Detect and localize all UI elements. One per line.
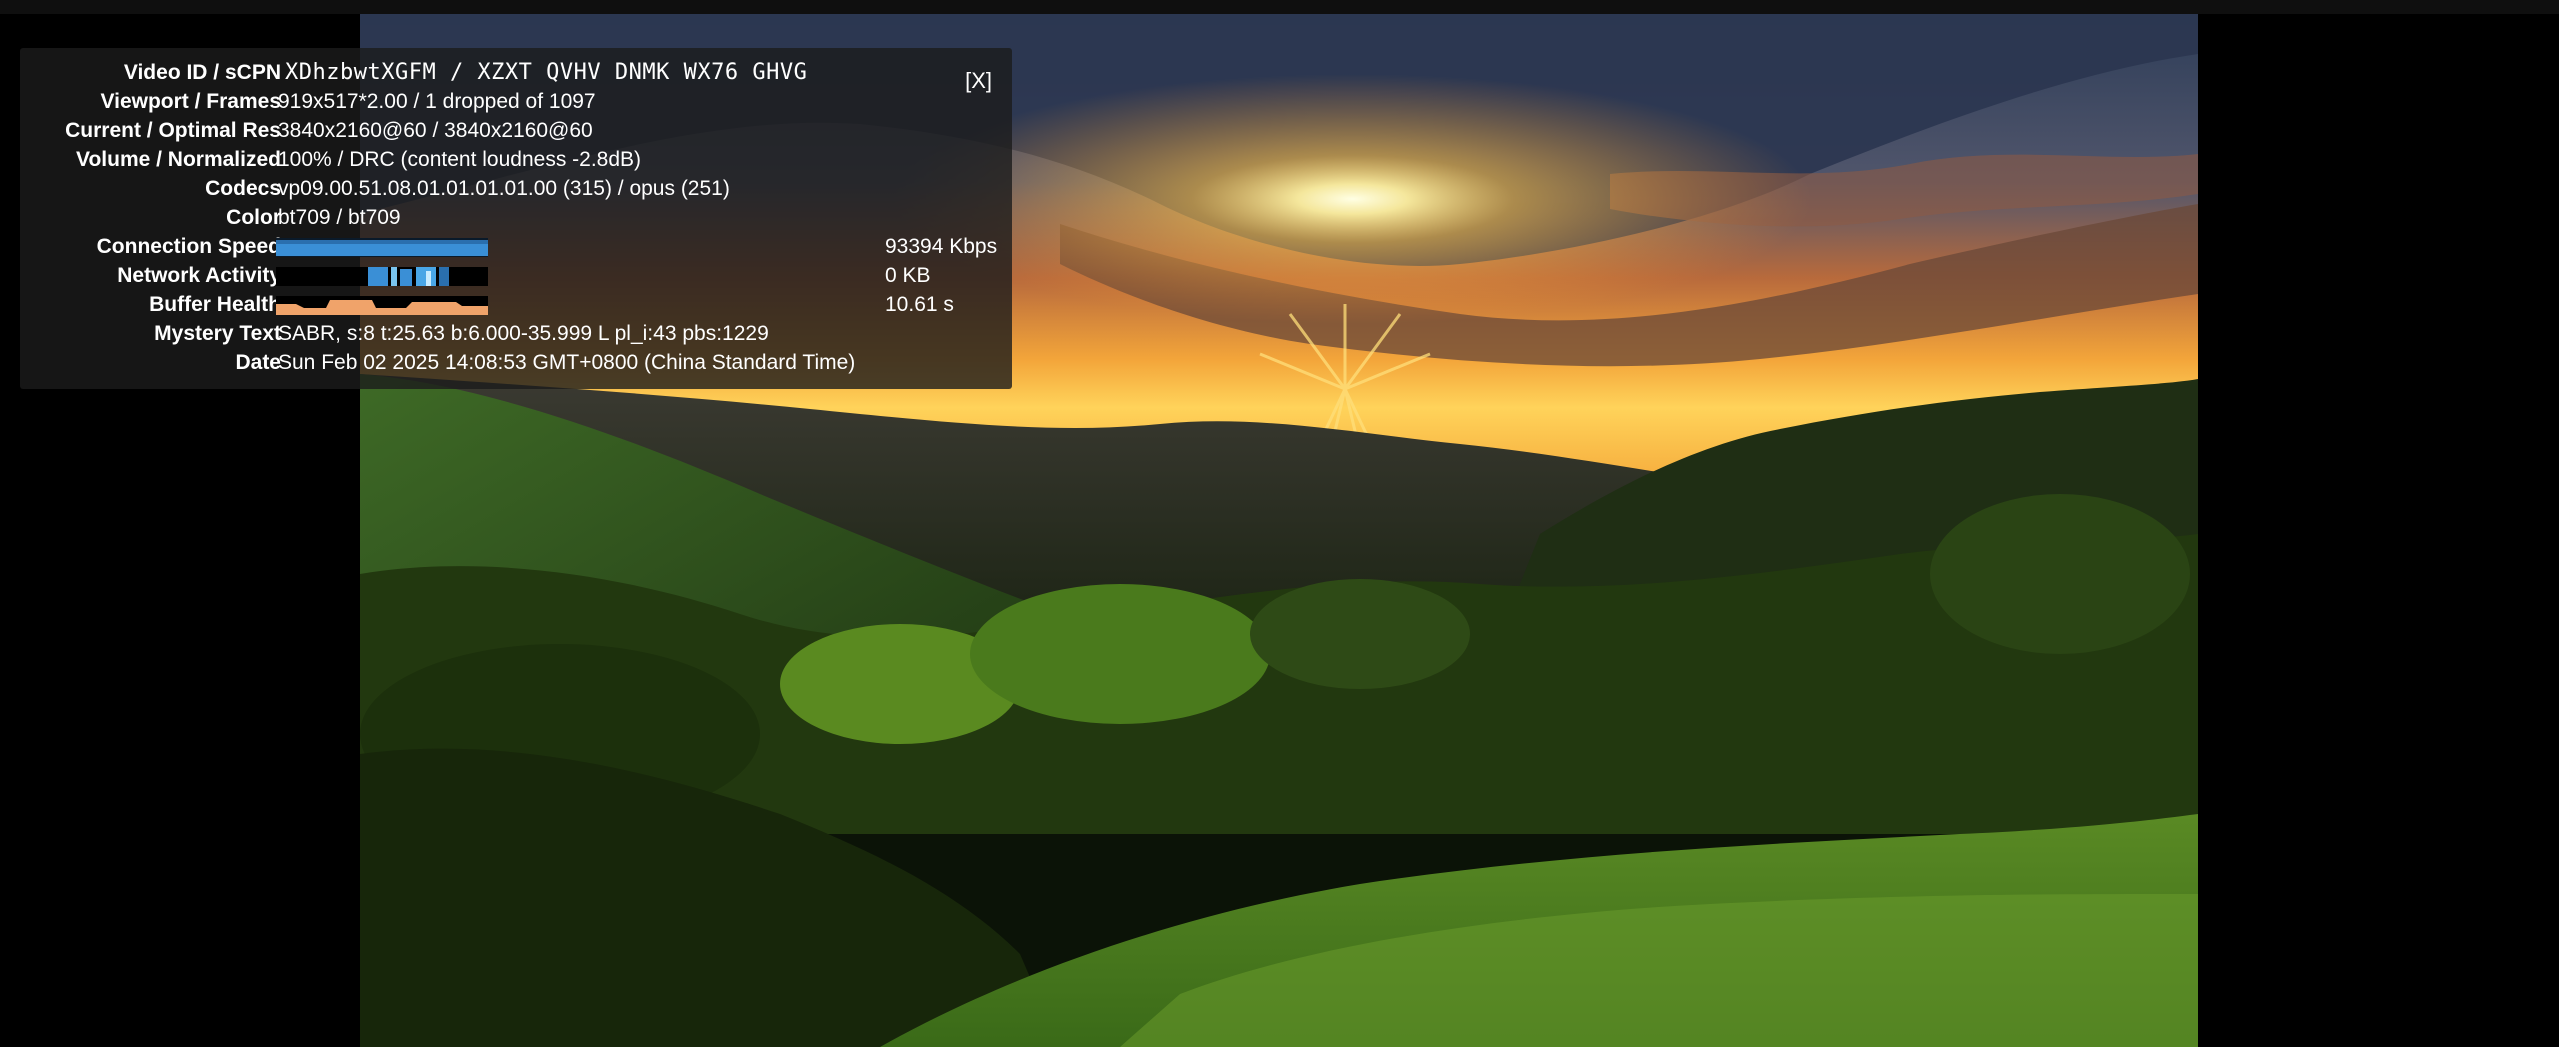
stats-row-viewport-frames: Viewport / Frames 919x517*2.00 / 1 dropp… — [20, 87, 1012, 116]
stats-value: 3840x2160@60 / 3840x2160@60 — [278, 119, 593, 142]
stats-label: Date — [235, 351, 281, 374]
network-activity-meter — [276, 266, 488, 286]
stats-row-date: Date Sun Feb 02 2025 14:08:53 GMT+0800 (… — [20, 348, 1012, 377]
stats-for-nerds-panel: [X] Video ID / sCPN XDhzbwtXGFM / XZXT Q… — [20, 48, 1012, 389]
stats-value: SABR, s:8 t:25.63 b:6.000-35.999 L pl_i:… — [278, 322, 769, 345]
stats-row-color: Color bt709 / bt709 — [20, 203, 1012, 232]
stats-row-codecs: Codecs vp09.00.51.08.01.01.01.01.00 (315… — [20, 174, 1012, 203]
stats-value: vp09.00.51.08.01.01.01.01.00 (315) / opu… — [278, 177, 730, 200]
stats-label: Connection Speed — [96, 235, 281, 258]
video-player[interactable]: [X] Video ID / sCPN XDhzbwtXGFM / XZXT Q… — [0, 14, 2559, 1047]
stats-row-video-id: Video ID / sCPN XDhzbwtXGFM / XZXT QVHV … — [20, 58, 1012, 87]
stats-row-resolution: Current / Optimal Res 3840x2160@60 / 384… — [20, 116, 1012, 145]
stats-row-buffer-health: Buffer Health 10.61 s — [20, 290, 1012, 319]
stats-label: Viewport / Frames — [100, 90, 281, 113]
stats-value: XDhzbwtXGFM / XZXT QVHV DNMK WX76 GHVG — [285, 60, 808, 85]
stats-label: Volume / Normalized — [76, 148, 281, 171]
stats-label: Color — [226, 206, 281, 229]
stats-value: Sun Feb 02 2025 14:08:53 GMT+0800 (China… — [278, 351, 856, 374]
connection-speed-meter — [276, 237, 488, 257]
stats-row-network-activity: Network Activity 0 KB — [20, 261, 1012, 290]
stats-label: Codecs — [205, 177, 281, 200]
stats-value: bt709 / bt709 — [278, 206, 401, 229]
stats-value: 0 KB — [885, 264, 931, 287]
stats-row-mystery-text: Mystery Text SABR, s:8 t:25.63 b:6.000-3… — [20, 319, 1012, 348]
stats-label: Buffer Health — [149, 293, 281, 316]
stats-row-volume: Volume / Normalized 100% / DRC (content … — [20, 145, 1012, 174]
stats-row-connection-speed: Connection Speed 93394 Kbps — [20, 232, 1012, 261]
stats-value: 919x517*2.00 / 1 dropped of 1097 — [278, 90, 596, 113]
stats-label: Network Activity — [117, 264, 281, 287]
stats-label: Video ID / sCPN — [123, 61, 281, 84]
stats-value: 10.61 s — [885, 293, 954, 316]
top-bar — [0, 0, 2559, 14]
buffer-health-meter — [276, 295, 488, 315]
stats-value: 93394 Kbps — [885, 235, 998, 258]
stats-label: Current / Optimal Res — [65, 119, 281, 142]
stats-label: Mystery Text — [154, 322, 281, 345]
stats-value: 100% / DRC (content loudness -2.8dB) — [278, 148, 642, 171]
